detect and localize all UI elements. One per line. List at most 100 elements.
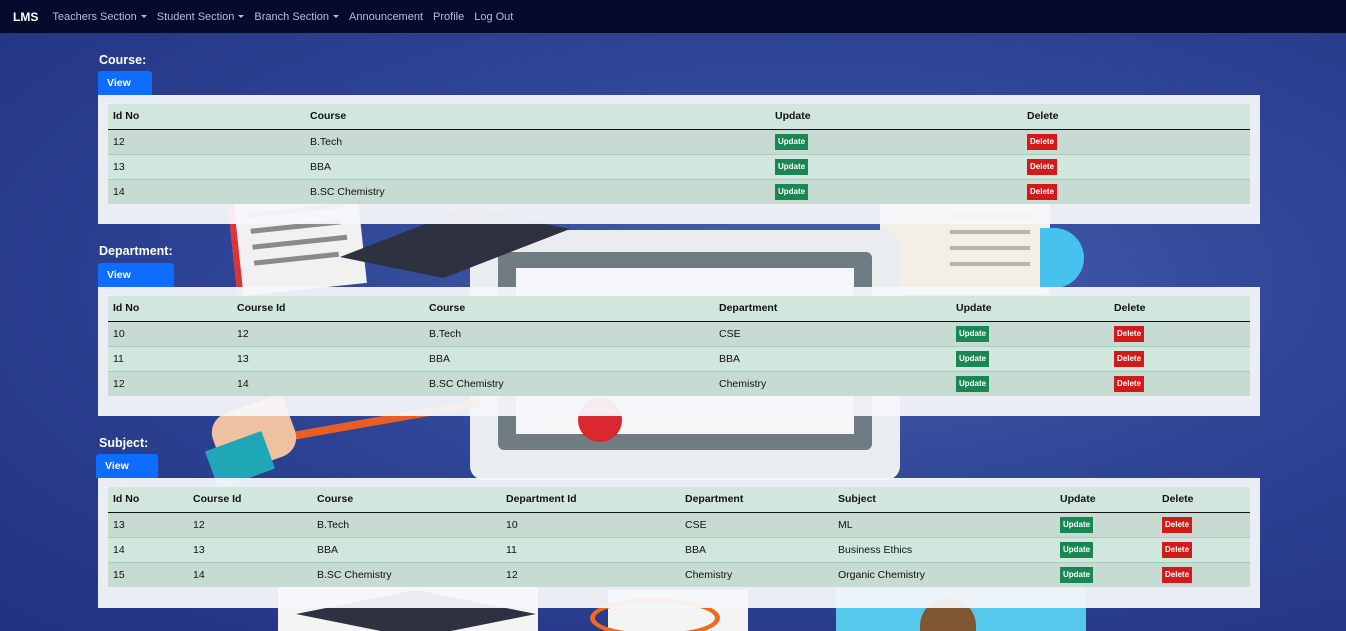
column-header: Update	[770, 104, 1022, 130]
table-row: 13 BBA Update Delete	[108, 153, 1250, 179]
subject-cell: Business Ethics	[833, 536, 1055, 562]
department-table-panel: Id No Course Id Course Department Update…	[98, 287, 1260, 416]
column-header: Department	[680, 487, 833, 513]
update-button[interactable]: Update	[775, 183, 809, 200]
course-id-cell: 13	[188, 536, 312, 562]
course-table: Id No Course Update Delete 12 B.Tech Upd…	[108, 104, 1250, 204]
column-header: Course Id	[232, 296, 424, 322]
nav-branch-section[interactable]: Branch Section	[254, 10, 340, 23]
top-navbar: LMS Teachers Section Student Section Bra…	[0, 0, 1346, 33]
department-section-title: Department:	[99, 244, 173, 258]
update-button[interactable]: Update	[775, 158, 809, 175]
update-button[interactable]: Update	[775, 133, 809, 150]
id-cell: 13	[108, 511, 188, 537]
update-button[interactable]: Update	[1060, 516, 1094, 533]
department-table: Id No Course Id Course Department Update…	[108, 296, 1250, 396]
column-header: Delete	[1157, 487, 1250, 513]
update-button[interactable]: Update	[1060, 541, 1094, 558]
column-header: Update	[1055, 487, 1157, 513]
id-cell: 10	[108, 320, 232, 346]
delete-button[interactable]: Delete	[1027, 133, 1058, 150]
delete-button[interactable]: Delete	[1114, 375, 1145, 392]
course-id-cell: 14	[232, 370, 424, 396]
table-row: 11 13 BBA BBA Update Delete	[108, 345, 1250, 371]
subject-table: Id No Course Id Course Department Id Dep…	[108, 487, 1250, 587]
course-cell: BBA	[424, 345, 714, 371]
delete-button[interactable]: Delete	[1114, 325, 1145, 342]
nav-item-label: Teachers Section	[52, 10, 137, 23]
department-cell: BBA	[680, 536, 833, 562]
id-cell: 12	[108, 370, 232, 396]
column-header: Department Id	[501, 487, 680, 513]
id-cell: 14	[108, 178, 305, 204]
course-cell: B.Tech	[305, 128, 770, 154]
nav-item-label: Branch Section	[254, 10, 330, 23]
table-row: 14 B.SC Chemistry Update Delete	[108, 178, 1250, 204]
department-cell: Chemistry	[714, 370, 951, 396]
nav-announcement[interactable]: Announcement	[349, 11, 423, 23]
course-cell: B.Tech	[424, 320, 714, 346]
subject-section-title: Subject:	[99, 436, 149, 450]
delete-button[interactable]: Delete	[1162, 516, 1193, 533]
department-cell: BBA	[714, 345, 951, 371]
id-cell: 14	[108, 536, 188, 562]
column-header: Subject	[833, 487, 1055, 513]
department-id-cell: 12	[501, 561, 680, 587]
table-row: 10 12 B.Tech CSE Update Delete	[108, 320, 1250, 346]
delete-button[interactable]: Delete	[1114, 350, 1145, 367]
update-button[interactable]: Update	[956, 350, 990, 367]
column-header: Department	[714, 296, 951, 322]
course-id-cell: 12	[232, 320, 424, 346]
department-id-cell: 10	[501, 511, 680, 537]
table-row: 15 14 B.SC Chemistry 12 Chemistry Organi…	[108, 561, 1250, 587]
background-shape	[1040, 228, 1084, 288]
table-row: 14 13 BBA 11 BBA Business Ethics Update …	[108, 536, 1250, 562]
caret-down-icon	[140, 15, 147, 18]
nav-teachers-section[interactable]: Teachers Section	[52, 10, 147, 23]
id-cell: 12	[108, 128, 305, 154]
course-id-cell: 12	[188, 511, 312, 537]
table-row: 13 12 B.Tech 10 CSE ML Update Delete	[108, 511, 1250, 537]
caret-down-icon	[333, 15, 340, 18]
delete-button[interactable]: Delete	[1027, 158, 1058, 175]
update-button[interactable]: Update	[956, 375, 990, 392]
nav-profile[interactable]: Profile	[433, 11, 464, 23]
delete-button[interactable]: Delete	[1162, 566, 1193, 583]
column-header: Course	[305, 104, 770, 130]
nav-log-out[interactable]: Log Out	[474, 11, 513, 23]
column-header: Delete	[1022, 104, 1250, 130]
course-cell: B.Tech	[312, 511, 501, 537]
department-id-cell: 11	[501, 536, 680, 562]
caret-down-icon	[238, 15, 245, 18]
course-id-cell: 13	[232, 345, 424, 371]
department-cell: Chemistry	[680, 561, 833, 587]
department-cell: CSE	[714, 320, 951, 346]
id-cell: 15	[108, 561, 188, 587]
course-cell: B.SC Chemistry	[305, 178, 770, 204]
column-header: Course Id	[188, 487, 312, 513]
column-header: Delete	[1109, 296, 1250, 322]
view-subjects-button[interactable]: View Subjects	[96, 454, 158, 496]
column-header: Id No	[108, 487, 188, 513]
course-cell: BBA	[305, 153, 770, 179]
table-row: 12 B.Tech Update Delete	[108, 128, 1250, 154]
delete-button[interactable]: Delete	[1027, 183, 1058, 200]
course-cell: B.SC Chemistry	[312, 561, 501, 587]
nav-item-label: Student Section	[156, 10, 235, 23]
subject-cell: Organic Chemistry	[833, 561, 1055, 587]
delete-button[interactable]: Delete	[1162, 541, 1193, 558]
update-button[interactable]: Update	[956, 325, 990, 342]
subject-cell: ML	[833, 511, 1055, 537]
update-button[interactable]: Update	[1060, 566, 1094, 583]
view-course-button[interactable]: View Course	[98, 71, 153, 113]
brand-logo[interactable]: LMS	[13, 10, 38, 24]
course-cell: B.SC Chemistry	[424, 370, 714, 396]
column-header: Id No	[108, 104, 305, 130]
course-table-panel: Id No Course Update Delete 12 B.Tech Upd…	[98, 95, 1260, 224]
view-department-button[interactable]: View Department	[98, 263, 175, 305]
subject-table-panel: Id No Course Id Course Department Id Dep…	[98, 478, 1260, 608]
course-section-title: Course:	[99, 53, 147, 67]
nav-student-section[interactable]: Student Section	[157, 11, 245, 23]
id-cell: 11	[108, 345, 232, 371]
column-header: Course	[312, 487, 501, 513]
